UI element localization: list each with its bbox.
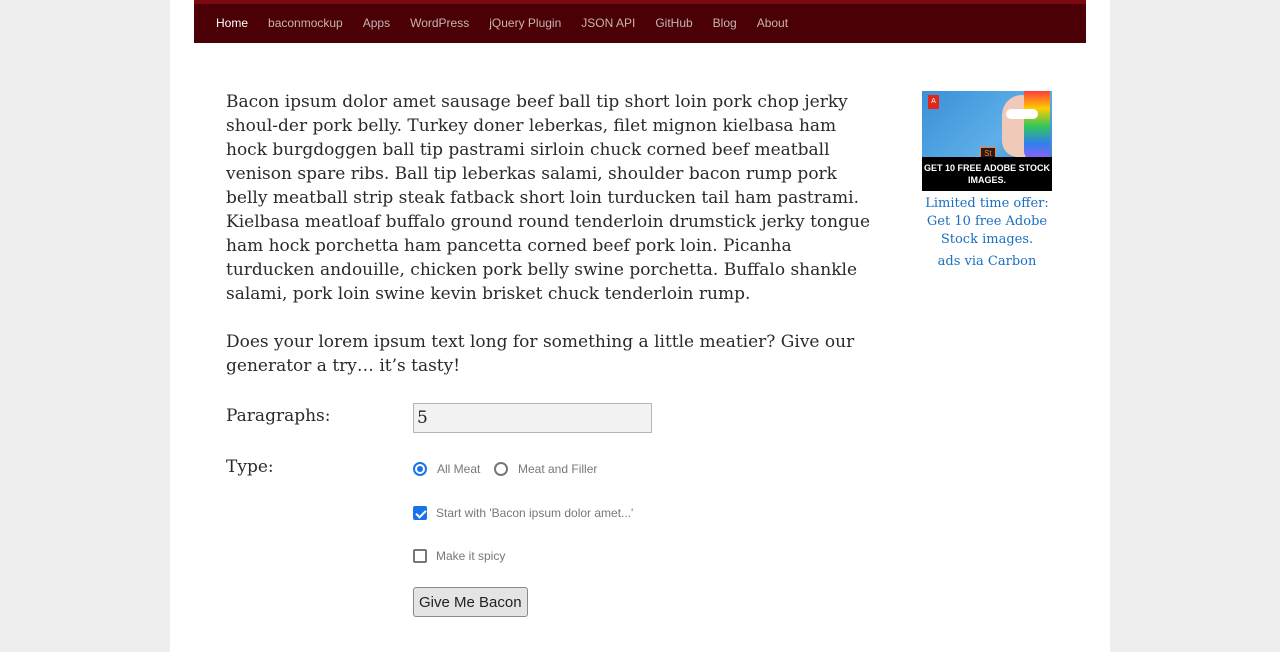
nav-item-json-api[interactable]: JSON API: [571, 4, 645, 43]
ad-model-sunglasses: [1006, 109, 1038, 119]
meat-and-filler-label: Meat and Filler: [518, 462, 598, 476]
ad-text-link[interactable]: Limited time offer: Get 10 free Adobe St…: [912, 195, 1062, 249]
meat-and-filler-radio[interactable]: [494, 462, 508, 476]
type-option-meat-and-filler[interactable]: Meat and Filler: [494, 462, 597, 476]
spicy-option[interactable]: Make it spicy: [413, 549, 505, 563]
nav-item-github[interactable]: GitHub: [645, 4, 702, 43]
ad-image[interactable]: A St GET 10 FREE ADOBE STOCK IMAGES.: [922, 91, 1052, 191]
nav-item-wordpress[interactable]: WordPress: [400, 4, 479, 43]
paragraphs-input[interactable]: [413, 403, 652, 433]
bacon-paragraph: Bacon ipsum dolor amet sausage beef ball…: [226, 92, 870, 304]
type-option-all-meat[interactable]: All Meat: [413, 462, 480, 476]
nav-item-baconmockup[interactable]: baconmockup: [258, 4, 353, 43]
paragraphs-label: Paragraphs:: [226, 406, 331, 426]
nav-item-about[interactable]: About: [747, 4, 798, 43]
start-with-option[interactable]: Start with 'Bacon ipsum dolor amet...': [413, 506, 633, 520]
ad-image-banner: GET 10 FREE ADOBE STOCK IMAGES.: [922, 157, 1052, 191]
spicy-label: Make it spicy: [436, 549, 506, 563]
all-meat-label: All Meat: [437, 462, 481, 476]
adobe-logo-icon: A: [928, 95, 939, 109]
carbon-ad: A St GET 10 FREE ADOBE STOCK IMAGES. Lim…: [912, 91, 1062, 271]
nav-item-jquery-plugin[interactable]: jQuery Plugin: [479, 4, 571, 43]
all-meat-radio[interactable]: [413, 462, 427, 476]
give-me-bacon-button[interactable]: Give Me Bacon: [413, 587, 528, 617]
main-content: Bacon ipsum dolor amet sausage beef ball…: [226, 90, 876, 402]
start-with-checkbox[interactable]: [413, 506, 427, 520]
ad-model-hair: [1024, 91, 1050, 161]
type-label: Type:: [226, 457, 274, 477]
start-with-label: Start with 'Bacon ipsum dolor amet...': [436, 506, 634, 520]
nav-item-apps[interactable]: Apps: [353, 4, 400, 43]
ads-via-carbon-link[interactable]: ads via Carbon: [912, 253, 1062, 271]
nav-item-home[interactable]: Home: [206, 4, 258, 43]
main-nav: Home baconmockup Apps WordPress jQuery P…: [194, 0, 1086, 43]
nav-item-blog[interactable]: Blog: [703, 4, 747, 43]
intro-paragraph: Does your lorem ipsum text long for some…: [226, 332, 855, 376]
spicy-checkbox[interactable]: [413, 549, 427, 563]
